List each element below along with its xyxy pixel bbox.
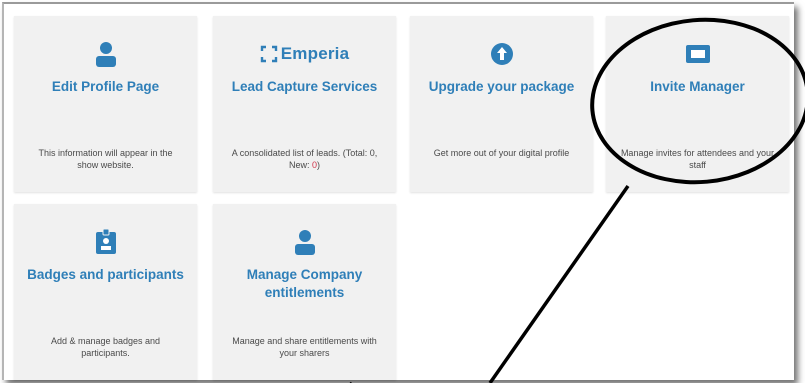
edit-profile-card[interactable]: Edit Profile Page This information will … <box>14 16 197 192</box>
card-description: Manage invites for attendees and your st… <box>620 148 775 170</box>
brand-name: Emperia <box>280 44 350 63</box>
invite-manager-card[interactable]: Invite Manager Manage invites for attend… <box>606 16 789 192</box>
badge-icon <box>14 228 197 256</box>
card-title: Lead Capture Services <box>231 79 378 94</box>
ticket-icon <box>606 40 789 68</box>
company-entitlements-card[interactable]: Manage Company entitlements Manage and s… <box>213 204 396 380</box>
dashboard-panel: Edit Profile Page This information will … <box>2 2 794 380</box>
card-description: Add & manage badges and participants. <box>50 336 161 358</box>
card-title: Manage Company entitlements <box>246 267 363 300</box>
arrow-up-circle-icon <box>410 40 593 68</box>
person-icon <box>213 228 396 256</box>
upgrade-package-card[interactable]: Upgrade your package Get more out of you… <box>410 16 593 192</box>
card-title: Badges and participants <box>27 267 184 282</box>
card-description: A consolidated list of leads. (Total: 0,… <box>231 148 378 170</box>
emperia-logo: Emperia <box>213 40 396 68</box>
card-description: This information will appear in the show… <box>38 148 173 170</box>
person-icon <box>14 40 197 68</box>
card-title: Edit Profile Page <box>51 79 160 94</box>
badges-card[interactable]: Badges and participants Add & manage bad… <box>14 204 197 380</box>
lead-capture-card[interactable]: Emperia Lead Capture Services A consolid… <box>213 16 396 192</box>
card-title: Upgrade your package <box>428 79 575 94</box>
card-description: Get more out of your digital profile <box>433 148 570 158</box>
card-description: Manage and share entitlements with your … <box>232 336 377 358</box>
card-title: Invite Manager <box>650 79 745 94</box>
bracket-icon <box>260 45 277 63</box>
